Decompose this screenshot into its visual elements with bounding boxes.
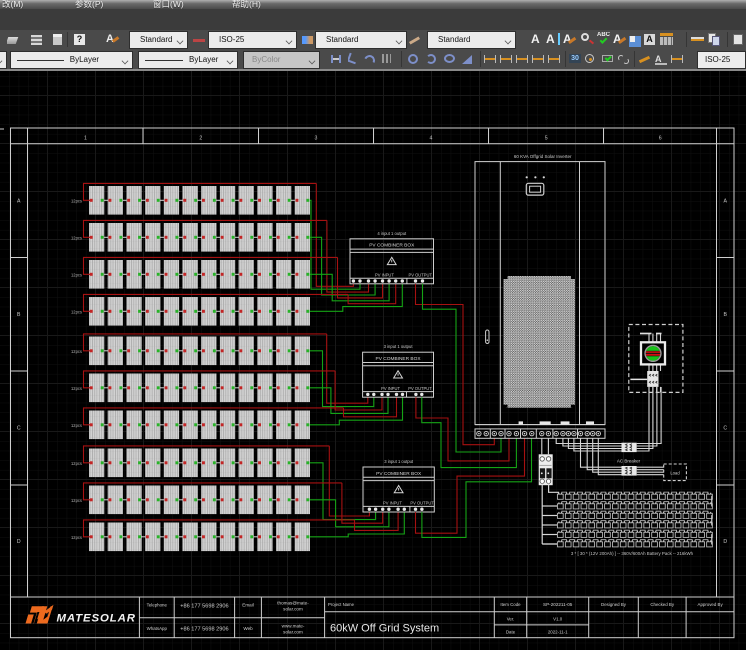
- svg-text:4: 4: [430, 135, 433, 141]
- svg-text:PV INPUT: PV INPUT: [383, 501, 402, 506]
- svg-text:PV INPUT: PV INPUT: [375, 272, 394, 277]
- svg-text:B: B: [17, 312, 21, 318]
- svg-text:60kW Off Grid System: 60kW Off Grid System: [330, 623, 439, 635]
- svg-text:3 input 1 output: 3 input 1 output: [384, 344, 414, 349]
- svg-text:Item Code: Item Code: [500, 602, 521, 607]
- svg-text:A: A: [17, 199, 21, 205]
- svg-text:PV COMBINER BOX: PV COMBINER BOX: [376, 356, 422, 362]
- svg-text:5: 5: [545, 135, 548, 141]
- svg-text:solar.com: solar.com: [283, 630, 303, 635]
- svg-text:Web: Web: [243, 626, 253, 631]
- svg-text:PV OUTPUT: PV OUTPUT: [408, 386, 432, 391]
- svg-text:1: 1: [84, 135, 87, 141]
- svg-text:60 KVA Offgrid Solar Inverter: 60 KVA Offgrid Solar Inverter: [514, 154, 572, 159]
- svg-text:4 input 1 output: 4 input 1 output: [377, 231, 407, 236]
- svg-text:12pcs: 12pcs: [71, 386, 82, 391]
- svg-text:3: 3: [315, 135, 318, 141]
- svg-text:+86 177 5698 2906: +86 177 5698 2906: [180, 627, 228, 633]
- svg-text:+86 177 5698 2906: +86 177 5698 2906: [180, 604, 228, 610]
- svg-text:12pcs: 12pcs: [71, 236, 82, 241]
- svg-text:12pcs: 12pcs: [71, 423, 82, 428]
- svg-text:solar.com: solar.com: [283, 607, 303, 612]
- svg-text:C: C: [723, 426, 727, 432]
- svg-text:12pcs: 12pcs: [71, 310, 82, 315]
- svg-text:Checked By: Checked By: [650, 602, 674, 607]
- svg-text:Approved By: Approved By: [698, 602, 724, 607]
- svg-text:Date: Date: [506, 630, 516, 635]
- svg-text:Email: Email: [242, 603, 254, 608]
- svg-text:2022-11-1: 2022-11-1: [548, 630, 568, 635]
- svg-text:B: B: [723, 312, 727, 318]
- svg-text:thomas@mate-: thomas@mate-: [277, 601, 309, 606]
- svg-text:Project Name: Project Name: [328, 602, 355, 607]
- svg-text:Designed By: Designed By: [601, 602, 627, 607]
- svg-text:A: A: [723, 199, 727, 205]
- svg-text:PV INPUT: PV INPUT: [381, 386, 400, 391]
- svg-text:Telephone: Telephone: [147, 603, 168, 608]
- svg-text:2: 2: [199, 135, 202, 141]
- svg-text:PV COMBINER BOX: PV COMBINER BOX: [376, 471, 422, 477]
- svg-text:12pcs: 12pcs: [71, 273, 82, 278]
- svg-text:12pcs: 12pcs: [71, 349, 82, 354]
- svg-text:6: 6: [659, 135, 662, 141]
- svg-text:MATESOLAR: MATESOLAR: [57, 612, 136, 624]
- svg-text:12pcs: 12pcs: [71, 199, 82, 204]
- svg-text:WhatsApp: WhatsApp: [147, 626, 168, 631]
- svg-text:SP-202211-05: SP-202211-05: [543, 602, 573, 607]
- svg-text:PV OUTPUT: PV OUTPUT: [410, 501, 434, 506]
- svg-text:PV OUTPUT: PV OUTPUT: [408, 272, 432, 277]
- svg-text:PV COMBINER BOX: PV COMBINER BOX: [369, 243, 415, 249]
- svg-text:12pcs: 12pcs: [71, 461, 82, 466]
- svg-text:12pcs: 12pcs: [71, 535, 82, 540]
- svg-text:3 input 1 output: 3 input 1 output: [384, 459, 414, 464]
- svg-text:V1.0: V1.0: [553, 617, 563, 622]
- svg-text:www.mate-: www.mate-: [282, 624, 305, 629]
- svg-text:Ver.: Ver.: [507, 617, 515, 622]
- svg-text:D: D: [17, 539, 21, 545]
- svg-text:C: C: [17, 426, 21, 432]
- svg-text:3 * [ 30 * (12V 200Ah) ] --: 3 * [ 30 * (12V 200Ah) ] -- 360V/600Ah B…: [571, 551, 694, 556]
- svg-text:AC Breaker: AC Breaker: [617, 459, 641, 464]
- svg-text:12pcs: 12pcs: [71, 498, 82, 503]
- svg-text:D: D: [723, 539, 727, 545]
- svg-text:Load: Load: [670, 470, 680, 475]
